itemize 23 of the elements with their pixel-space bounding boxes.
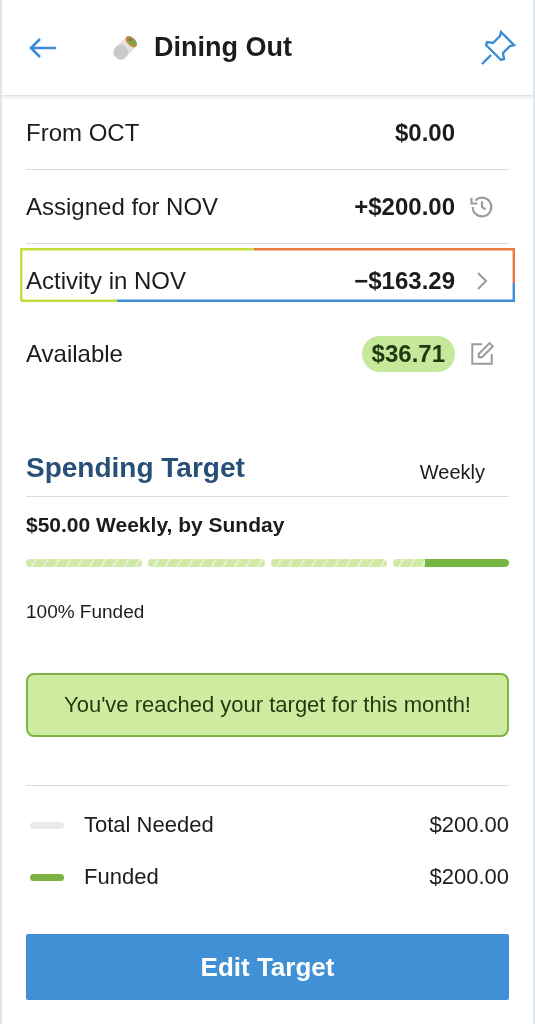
- cadence-label: Weekly: [419, 461, 485, 484]
- target-message: You've reached your target for this month!: [26, 673, 509, 737]
- pin-icon[interactable]: [479, 28, 517, 67]
- legend-amount: $200.00: [429, 812, 509, 838]
- legend-label: Funded: [84, 864, 160, 890]
- page-title: Dining Out: [154, 32, 293, 63]
- edit-icon[interactable]: [469, 340, 495, 367]
- section-title: Spending Target: [26, 452, 245, 484]
- target-summary: $50.00 Weekly, by Sunday: [26, 513, 286, 537]
- edit-target-button[interactable]: Edit Target: [26, 934, 509, 1000]
- chevron-right-icon[interactable]: [474, 269, 490, 292]
- legend-amount: $200.00: [429, 864, 509, 890]
- row-label: Available: [26, 339, 124, 368]
- row-amount: −$163.29: [354, 266, 455, 295]
- row-amount: +$200.00: [354, 192, 455, 221]
- funded-label: 100% Funded: [26, 601, 146, 623]
- row-amount: $0.00: [394, 118, 455, 147]
- row-label: Assigned for NOV: [26, 192, 220, 221]
- legend-label: Total Needed: [84, 812, 215, 838]
- row-label: From OCT: [26, 118, 141, 147]
- available-amount: $36.71: [361, 335, 455, 372]
- back-arrow-icon[interactable]: [28, 35, 58, 60]
- row-label: Activity in NOV: [26, 266, 188, 295]
